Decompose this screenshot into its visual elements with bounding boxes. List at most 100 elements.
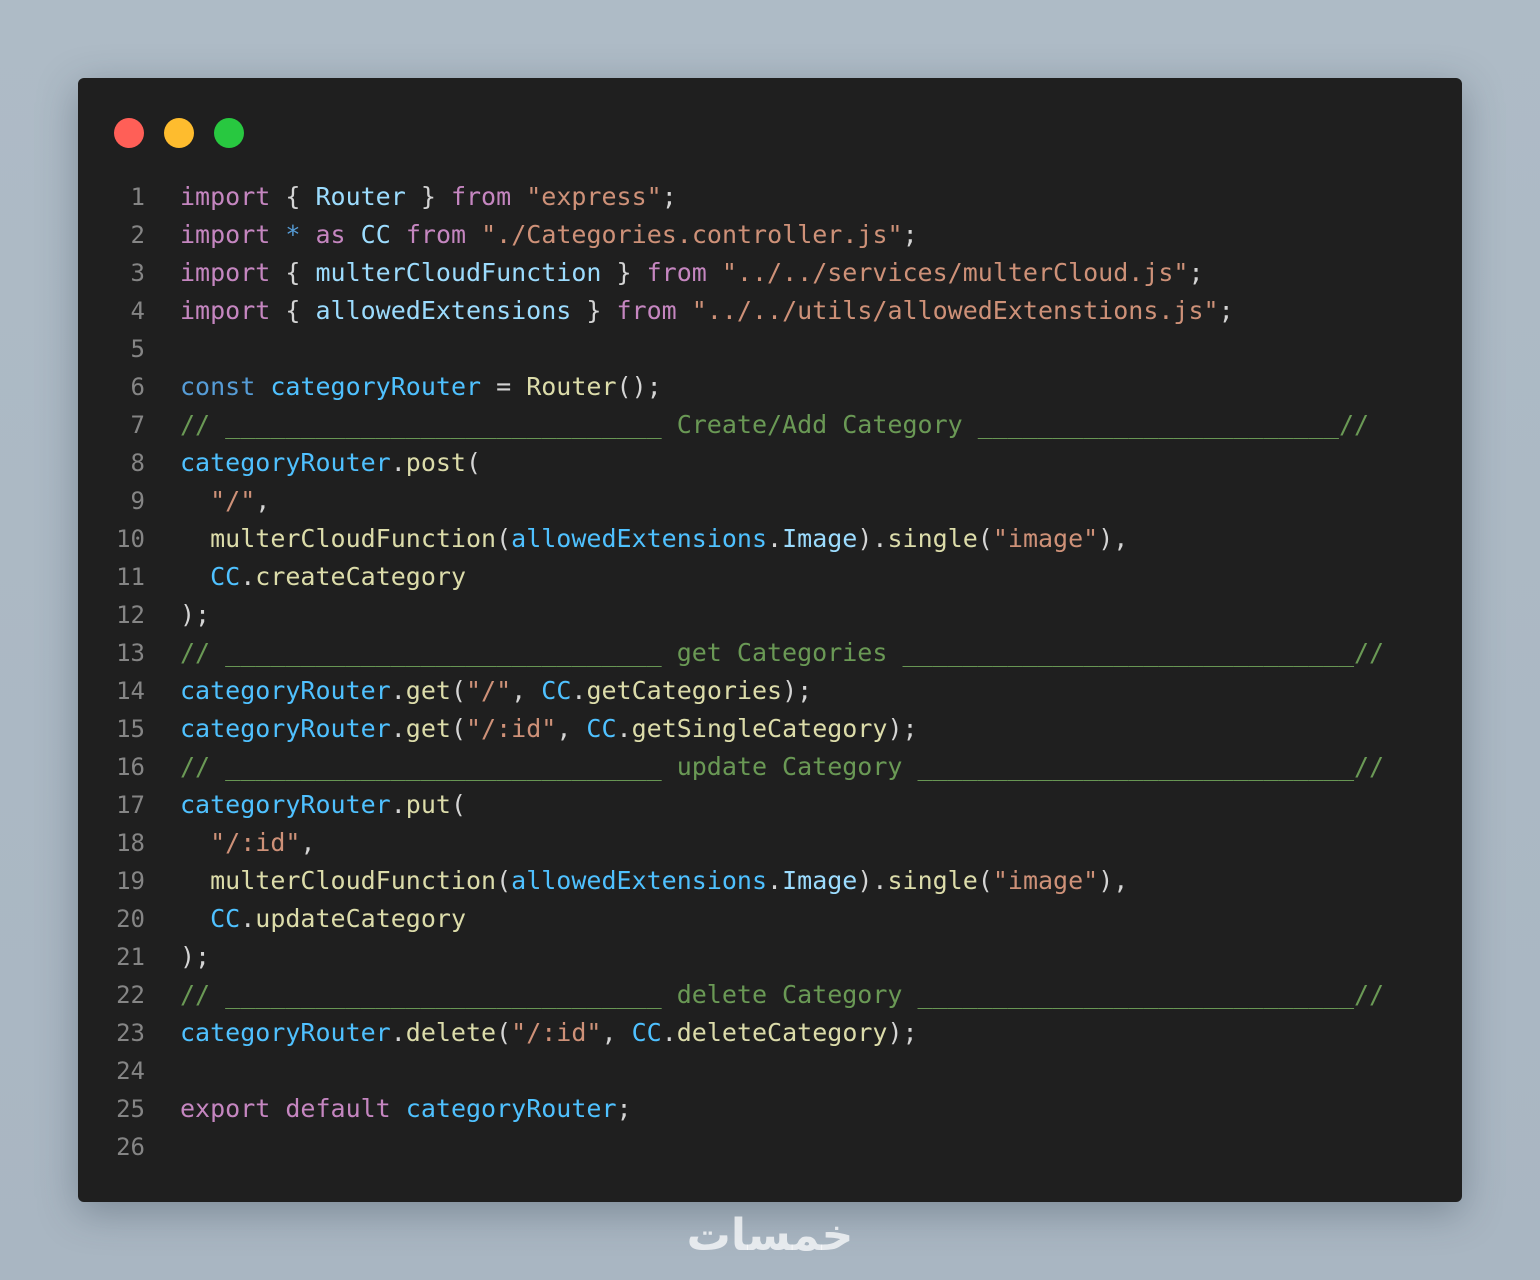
code-token: import	[180, 182, 271, 211]
line-number: 8	[130, 449, 145, 477]
code-text: // _____________________________ get Cat…	[180, 634, 1384, 672]
code-token: .	[390, 676, 406, 705]
watermark-logo: خمسات	[686, 1210, 854, 1261]
code-token: ).	[857, 866, 888, 895]
code-token: ,	[556, 714, 587, 743]
code-token: import	[180, 258, 271, 287]
code-token: CC	[541, 676, 572, 705]
code-token: "/:id"	[210, 828, 301, 857]
code-token: );	[782, 676, 813, 705]
code-token: (	[450, 676, 466, 705]
code-token: ;	[902, 220, 918, 249]
code-text: CC.createCategory	[180, 558, 466, 596]
code-token: single	[887, 524, 978, 553]
code-line: 8 categoryRouter.post(	[78, 444, 1462, 482]
code-token: categoryRouter	[180, 790, 391, 819]
minimize-dot-icon[interactable]	[164, 118, 194, 148]
line-number: 19	[116, 867, 145, 895]
code-token: Router	[315, 182, 406, 211]
code-token: updateCategory	[255, 904, 466, 933]
code-token: "/:id"	[511, 1018, 602, 1047]
code-token: .	[390, 714, 406, 743]
code-token: import	[180, 296, 271, 325]
code-token: from	[616, 296, 677, 325]
code-token: ,	[511, 676, 542, 705]
line-number: 1	[130, 183, 145, 211]
code-text: "/:id",	[180, 824, 315, 862]
code-token: ;	[616, 1094, 632, 1123]
code-token: default	[285, 1094, 391, 1123]
code-token: get	[405, 676, 451, 705]
code-token: "./Categories.controller.js"	[481, 220, 903, 249]
line-number: 26	[116, 1133, 145, 1161]
line-number: 23	[116, 1019, 145, 1047]
code-text: const categoryRouter = Router();	[180, 368, 662, 406]
code-token: );	[180, 942, 211, 971]
code-token: ;	[1188, 258, 1204, 287]
code-token: (	[496, 524, 512, 553]
code-token: delete	[405, 1018, 497, 1047]
code-token: ;	[661, 182, 677, 211]
code-token: .	[767, 866, 783, 895]
code-token: (	[977, 866, 993, 895]
close-dot-icon[interactable]	[114, 118, 144, 148]
maximize-dot-icon[interactable]	[214, 118, 244, 148]
code-line: 11 CC.createCategory	[78, 558, 1462, 596]
code-text: categoryRouter.get("/", CC.getCategories…	[180, 672, 812, 710]
code-token: *	[285, 220, 301, 249]
code-text: CC.updateCategory	[180, 900, 466, 938]
code-token: );	[887, 714, 918, 743]
code-token: Image	[782, 524, 858, 553]
code-token: // _____________________________ delete …	[180, 980, 1385, 1009]
code-token: "image"	[992, 524, 1099, 553]
code-token: .	[767, 524, 783, 553]
code-token: "../../services/multerCloud.js"	[721, 258, 1189, 287]
code-token: "../../utils/allowedExtenstions.js"	[691, 296, 1219, 325]
code-text: );	[180, 938, 210, 976]
code-token: {	[270, 182, 316, 211]
code-token: {	[270, 258, 316, 287]
code-text: multerCloudFunction(allowedExtensions.Im…	[180, 862, 1128, 900]
code-token: CC	[210, 562, 241, 591]
code-token: .	[390, 448, 406, 477]
code-line: 22 // _____________________________ delet…	[78, 976, 1462, 1014]
code-text: categoryRouter.get("/:id", CC.getSingleC…	[180, 710, 918, 748]
code-line: 4 import { allowedExtensions } from "../.…	[78, 292, 1462, 330]
line-number: 7	[130, 411, 145, 439]
code-token: );	[180, 600, 211, 629]
code-text: categoryRouter.delete("/:id", CC.deleteC…	[180, 1014, 918, 1052]
line-number: 20	[116, 905, 145, 933]
code-token: (	[466, 448, 482, 477]
line-number: 12	[116, 601, 145, 629]
code-token: multerCloudFunction	[315, 258, 602, 287]
code-token: "express"	[526, 182, 662, 211]
code-token: .	[240, 904, 256, 933]
line-number: 24	[116, 1057, 145, 1085]
code-line: 5	[78, 330, 1462, 368]
code-token: );	[887, 1018, 918, 1047]
code-line: 13 // _____________________________ get C…	[78, 634, 1462, 672]
code-line: 23 categoryRouter.delete("/:id", CC.delet…	[78, 1014, 1462, 1052]
line-number: 15	[116, 715, 145, 743]
code-token: categoryRouter	[180, 1018, 391, 1047]
code-token: const	[180, 372, 256, 401]
code-token: post	[405, 448, 466, 477]
code-token: // _____________________________ Create/…	[180, 410, 1370, 439]
code-token: export	[180, 1094, 271, 1123]
code-token: as	[315, 220, 346, 249]
code-token: }	[571, 296, 617, 325]
code-line: 15 categoryRouter.get("/:id", CC.getSingl…	[78, 710, 1462, 748]
code-text: export default categoryRouter;	[180, 1090, 632, 1128]
code-token: CC	[360, 220, 391, 249]
